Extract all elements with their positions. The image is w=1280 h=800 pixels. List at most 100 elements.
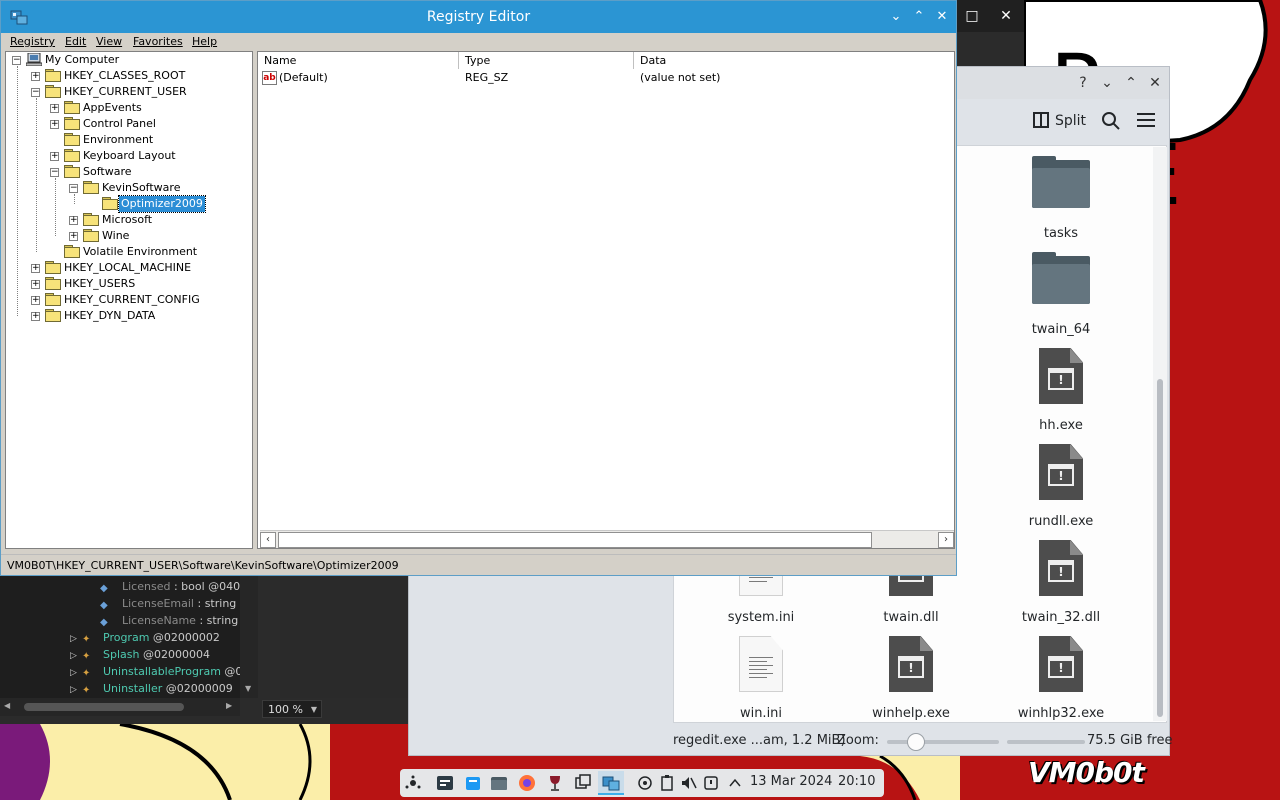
- hamburger-menu-icon[interactable]: [1137, 113, 1155, 127]
- scroll-right-icon[interactable]: ▶: [226, 701, 232, 710]
- value-row[interactable]: ab (Default) REG_SZ (value not set): [258, 70, 954, 86]
- menu-registry[interactable]: Registry: [10, 35, 55, 48]
- registry-editor-titlebar[interactable]: Registry Editor ⌄ ⌃ ✕: [1, 1, 956, 33]
- expand-icon[interactable]: +: [69, 216, 78, 225]
- file-item[interactable]: tasks: [996, 156, 1126, 248]
- volume-muted-icon[interactable]: [680, 774, 698, 792]
- tree-node-hkey-users[interactable]: + HKEY_USERS: [31, 276, 231, 292]
- tree-node-my-computer[interactable]: − My Computer: [12, 52, 212, 68]
- collapse-icon[interactable]: −: [31, 88, 40, 97]
- notifications-icon[interactable]: [702, 774, 720, 792]
- scroll-left-icon[interactable]: ◀: [4, 701, 10, 710]
- menu-view[interactable]: View: [96, 35, 122, 48]
- collapse-icon[interactable]: −: [69, 184, 78, 193]
- expand-icon[interactable]: ▷: [70, 648, 78, 661]
- file-manager-taskbar-icon[interactable]: [490, 774, 508, 792]
- scroll-left-icon[interactable]: ‹: [260, 532, 276, 548]
- maximize-icon[interactable]: □: [962, 6, 982, 26]
- tree-node-kevinsoftware[interactable]: − KevinSoftware: [69, 180, 239, 196]
- tree-node-environment[interactable]: Environment: [50, 132, 230, 148]
- collapse-icon[interactable]: −: [50, 168, 59, 177]
- minimize-icon[interactable]: ⌄: [1097, 73, 1117, 93]
- menu-edit[interactable]: Edit: [65, 35, 86, 48]
- file-item[interactable]: winhlp32.exe: [996, 636, 1126, 728]
- active-task-regedit[interactable]: [598, 771, 624, 795]
- expand-icon[interactable]: +: [31, 264, 40, 273]
- expand-icon[interactable]: +: [31, 280, 40, 289]
- expand-icon[interactable]: ▷: [70, 682, 78, 695]
- scroll-thumb[interactable]: [1157, 379, 1163, 717]
- expand-icon[interactable]: +: [50, 120, 59, 129]
- expand-icon[interactable]: +: [31, 296, 40, 305]
- tree-node-hkey-current-config[interactable]: + HKEY_CURRENT_CONFIG: [31, 292, 231, 308]
- tree-node-keyboard-layout[interactable]: + Keyboard Layout: [50, 148, 230, 164]
- close-icon[interactable]: ✕: [932, 7, 952, 27]
- clock-time[interactable]: 20:10: [838, 774, 875, 789]
- file-item[interactable]: twain_32.dll: [996, 540, 1126, 632]
- close-icon[interactable]: ✕: [996, 6, 1016, 26]
- decompiler-tree-item[interactable]: ◆ LicenseName : string @0: [100, 612, 240, 629]
- scroll-thumb[interactable]: [278, 532, 872, 548]
- expand-icon[interactable]: +: [69, 232, 78, 241]
- file-view-scrollbar[interactable]: [1153, 147, 1167, 721]
- decompiler-tree-item[interactable]: ◆ LicenseEmail : string @0: [100, 595, 240, 612]
- tree-node-optimizer2009[interactable]: Optimizer2009: [88, 195, 238, 213]
- zoom-combo[interactable]: 100 % ▼: [262, 700, 322, 718]
- scroll-right-icon[interactable]: ›: [938, 532, 954, 548]
- tree-node-hkey-local-machine[interactable]: + HKEY_LOCAL_MACHINE: [31, 260, 231, 276]
- column-header-data[interactable]: Data: [634, 52, 954, 69]
- tree-node-hkey-dyn-data[interactable]: + HKEY_DYN_DATA: [31, 308, 231, 324]
- menu-favorites[interactable]: Favorites: [133, 35, 183, 48]
- decompiler-tree-item[interactable]: ✦ ▷ Uninstaller @02000009: [68, 680, 240, 697]
- network-icon[interactable]: [636, 774, 654, 792]
- tree-node-appevents[interactable]: + AppEvents: [50, 100, 230, 116]
- clipboard-icon[interactable]: [658, 774, 676, 792]
- tree-node-microsoft[interactable]: + Microsoft: [69, 212, 239, 228]
- menu-help[interactable]: Help: [192, 35, 217, 48]
- tree-node-hkey-classes-root[interactable]: + HKEY_CLASSES_ROOT: [31, 68, 231, 84]
- expand-icon[interactable]: +: [31, 312, 40, 321]
- scroll-thumb[interactable]: [24, 703, 184, 711]
- file-item[interactable]: rundll.exe: [996, 444, 1126, 536]
- clock-date[interactable]: 13 Mar 2024: [750, 774, 832, 789]
- store-icon[interactable]: [464, 774, 482, 792]
- zoom-slider-track[interactable]: [887, 740, 999, 744]
- chevron-up-icon[interactable]: [726, 774, 744, 792]
- tree-node-control-panel[interactable]: + Control Panel: [50, 116, 230, 132]
- wine-glass-icon[interactable]: [546, 774, 564, 792]
- expand-icon[interactable]: +: [50, 104, 59, 113]
- decompiler-tree-item[interactable]: ✦ ▷ Program @02000002: [68, 629, 240, 646]
- system-settings-icon[interactable]: [436, 774, 454, 792]
- search-icon[interactable]: [1101, 111, 1121, 131]
- decompiler-horizontal-scrollbar[interactable]: ◀ ▶: [0, 698, 240, 716]
- collapse-icon[interactable]: −: [12, 56, 21, 65]
- maximize-icon[interactable]: ⌃: [909, 7, 929, 27]
- file-item[interactable]: hh.exe: [996, 348, 1126, 440]
- help-icon[interactable]: ?: [1073, 73, 1093, 93]
- file-item[interactable]: twain_64: [996, 252, 1126, 344]
- file-item[interactable]: win.ini: [696, 636, 826, 728]
- column-header-type[interactable]: Type: [459, 52, 634, 69]
- split-button[interactable]: Split: [1033, 109, 1086, 133]
- expand-icon[interactable]: +: [50, 152, 59, 161]
- close-icon[interactable]: ✕: [1145, 73, 1165, 93]
- decompiler-tree-item[interactable]: ✦ ▷ Splash @02000004: [68, 646, 240, 663]
- decompiler-tree-item[interactable]: ✦ ▷ UninstallableProgram @020: [68, 663, 240, 680]
- maximize-icon[interactable]: ⌃: [1121, 73, 1141, 93]
- decompiler-tree-item[interactable]: ◆ Licensed : bool @040000: [100, 578, 240, 595]
- expand-icon[interactable]: +: [31, 72, 40, 81]
- minimize-icon[interactable]: ⌄: [886, 7, 906, 27]
- tree-node-hkey-current-user[interactable]: − HKEY_CURRENT_USER: [31, 84, 231, 100]
- tree-node-software[interactable]: − Software: [50, 164, 230, 180]
- scroll-down-icon[interactable]: ▼: [245, 684, 251, 693]
- zoom-slider-handle[interactable]: [907, 733, 925, 751]
- column-header-name[interactable]: Name: [258, 52, 459, 69]
- expand-icon[interactable]: ▷: [70, 631, 78, 644]
- firefox-icon[interactable]: [518, 774, 536, 792]
- values-horizontal-scrollbar[interactable]: ‹ ›: [260, 530, 954, 548]
- app-launcher-icon[interactable]: [404, 774, 422, 792]
- file-item[interactable]: winhelp.exe: [846, 636, 976, 728]
- virtual-desktops-icon[interactable]: [574, 774, 592, 792]
- decompiler-vertical-scrollbar[interactable]: ▼: [240, 576, 258, 698]
- tree-node-volatile-environment[interactable]: Volatile Environment: [50, 244, 230, 260]
